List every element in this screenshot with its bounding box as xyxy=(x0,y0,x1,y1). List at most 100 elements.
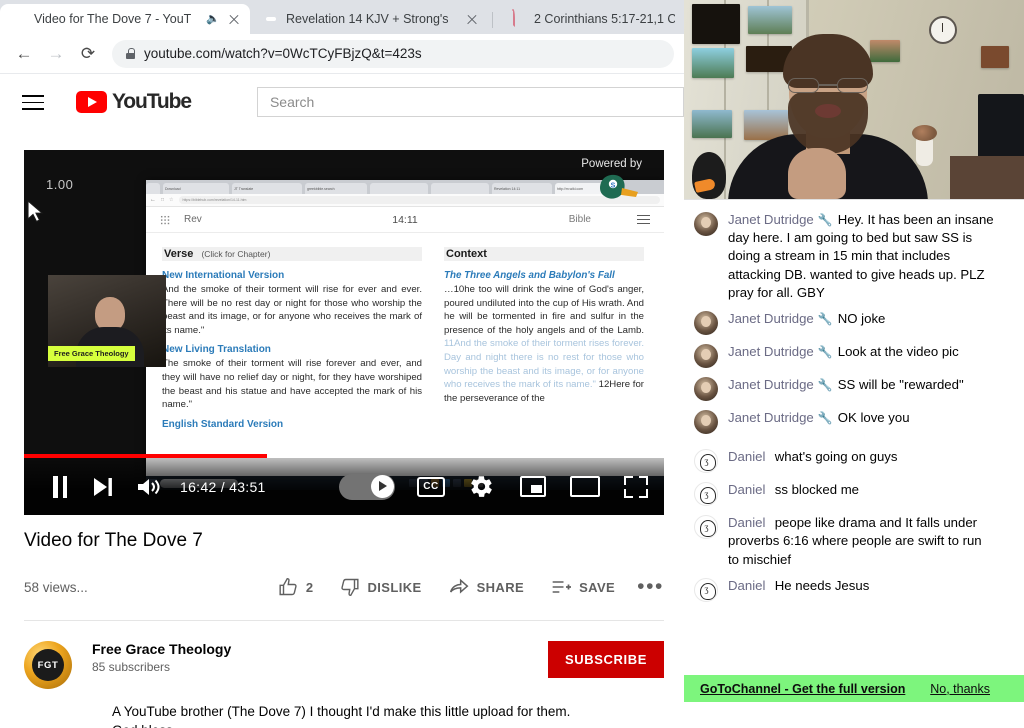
chat-author[interactable]: Daniel xyxy=(728,515,765,530)
chat-author[interactable]: Daniel xyxy=(728,482,765,497)
chat-author[interactable]: Janet Dutridge xyxy=(728,311,814,326)
divider xyxy=(24,620,664,621)
biblehub-icon xyxy=(263,11,279,27)
avatar-initials: FGT xyxy=(32,649,64,681)
chat-author[interactable]: Janet Dutridge xyxy=(728,344,814,359)
version-name[interactable]: New International Version xyxy=(162,270,422,281)
chat-author[interactable]: Daniel xyxy=(728,578,765,593)
chat-author[interactable]: Janet Dutridge xyxy=(728,377,814,392)
chat-author[interactable]: Janet Dutridge xyxy=(728,410,814,425)
browser-tab-3[interactable]: 2 Corinthians 5:17-21,1 Corin xyxy=(500,4,684,34)
back-icon[interactable]: ← xyxy=(10,40,38,68)
tab-title: 2 Corinthians 5:17-21,1 Corin xyxy=(534,12,675,26)
page-title: Video for The Dove 7 xyxy=(24,530,203,551)
chat-message-text: Janet Dutridge 🔧 NO joke xyxy=(728,310,885,328)
reload-icon[interactable]: ⟳ xyxy=(74,40,102,68)
channel-name[interactable]: Free Grace Theology xyxy=(92,641,231,657)
browser-window: Video for The Dove 7 - YouT 🔈 Revelation… xyxy=(0,0,684,728)
chat-body: He needs Jesus xyxy=(774,577,870,593)
list-item[interactable]: Janet Dutridge 🔧 SS will be "rewarded" xyxy=(694,372,994,405)
browser-tab-2[interactable]: Revelation 14 KJV + Strong's xyxy=(252,4,488,34)
shared-mini-tab: Revelation 14:11 xyxy=(492,183,552,194)
chat-message-text: Janet Dutridge 🔧 Hey. It has been an insan… xyxy=(728,211,994,302)
hamburger-menu-icon[interactable] xyxy=(637,214,650,225)
pause-button[interactable] xyxy=(40,475,80,498)
dislike-button[interactable]: DISLIKE xyxy=(339,577,421,597)
speaker-icon[interactable]: 🔈 xyxy=(206,13,220,25)
wall-clock xyxy=(929,16,957,44)
moderator-wrench-icon: 🔧 xyxy=(817,378,833,393)
list-item[interactable]: Daniel what's going on guys xyxy=(694,444,994,477)
captions-button[interactable]: CC xyxy=(417,476,445,497)
bible-app-bar: Rev 14:11 Bible xyxy=(146,207,664,233)
bible-book-label: Rev xyxy=(184,214,202,225)
browser-tab-1[interactable]: Video for The Dove 7 - YouT 🔈 xyxy=(0,4,250,34)
search-input[interactable]: Search xyxy=(256,87,684,117)
player-controls: 16:42 / 43:51 CC xyxy=(24,458,664,515)
volume-button[interactable] xyxy=(126,476,172,498)
person-hand xyxy=(788,148,846,199)
list-item[interactable]: Daniel He needs Jesus xyxy=(694,573,994,606)
autoplay-toggle[interactable] xyxy=(339,473,395,500)
close-icon[interactable] xyxy=(465,12,479,26)
list-item[interactable]: Janet Dutridge 🔧 Hey. It has been an insan… xyxy=(694,207,994,306)
youtube-page: YouTube Search 1.00 Powered by S Downloa… xyxy=(0,75,684,728)
chat-message-text: Daniel what's going on guys xyxy=(728,448,897,466)
list-item[interactable]: Janet Dutridge 🔧 Look at the video pic xyxy=(694,339,994,372)
list-item[interactable]: Daniel peope like drama and It falls und… xyxy=(694,510,994,573)
list-item[interactable]: Janet Dutridge 🔧 OK love you xyxy=(694,405,994,438)
like-count: 2 xyxy=(305,579,314,595)
person-mouth xyxy=(815,104,841,118)
save-button[interactable]: SAVE xyxy=(550,577,615,597)
webcam-video-feed[interactable] xyxy=(684,0,1024,199)
context-text-dark: …10he too will drink the wine of God's a… xyxy=(444,284,644,336)
context-column: Context The Three Angels and Babylon's F… xyxy=(444,247,644,432)
chat-body: peope like drama and It falls under prov… xyxy=(728,515,982,567)
video-player[interactable]: 1.00 Powered by S Download JT Translate … xyxy=(24,150,664,515)
close-icon[interactable] xyxy=(227,12,241,26)
youtube-header: YouTube Search xyxy=(0,75,684,129)
wall-photo xyxy=(870,40,900,62)
verse-heading-hint: (Click for Chapter) xyxy=(201,249,271,259)
version-name[interactable]: English Standard Version xyxy=(162,419,422,430)
chat-message-text: Daniel ss blocked me xyxy=(728,481,859,499)
share-button[interactable]: SHARE xyxy=(448,577,525,597)
chat-message-text: Daniel He needs Jesus xyxy=(728,577,869,595)
dislike-label: DISLIKE xyxy=(367,579,422,595)
browser-toolbar: ← → ⟳ youtube.com/watch?v=0WcTCyFBjzQ&t=… xyxy=(0,34,684,74)
version-name[interactable]: New Living Translation xyxy=(162,344,422,355)
shared-mini-tab: Download xyxy=(163,183,229,194)
theater-mode-button[interactable] xyxy=(570,476,600,497)
dismiss-banner-link[interactable]: No, thanks xyxy=(930,682,990,696)
chat-author[interactable]: Daniel xyxy=(728,449,765,464)
gear-icon[interactable] xyxy=(469,474,494,499)
chat-body: ss blocked me xyxy=(774,482,860,498)
forward-icon[interactable]: → xyxy=(42,40,70,68)
next-video-button[interactable] xyxy=(80,476,126,498)
webcam-person-head xyxy=(95,297,125,331)
view-count: 58 views... xyxy=(24,579,88,595)
duck-logo-icon: S xyxy=(600,174,638,199)
address-bar[interactable]: youtube.com/watch?v=0WcTCyFBjzQ&t=423s xyxy=(112,39,674,68)
video-metadata: Video for The Dove 7 58 views... 2 DISLI… xyxy=(24,530,664,728)
grid-icon[interactable] xyxy=(160,214,170,225)
verse-heading-text: Verse xyxy=(164,248,194,260)
avatar xyxy=(694,344,718,369)
chat-body: NO joke xyxy=(837,311,886,327)
subscribe-button[interactable]: SUBSCRIBE xyxy=(548,641,664,678)
tv-stand xyxy=(950,156,1024,199)
hamburger-menu-icon[interactable] xyxy=(22,93,46,111)
chat-body: OK love you xyxy=(837,410,910,426)
miniplayer-button[interactable] xyxy=(520,476,546,497)
list-item[interactable]: Daniel ss blocked me xyxy=(694,477,994,510)
wall-photo xyxy=(748,6,792,34)
youtube-logo[interactable]: YouTube xyxy=(75,90,192,114)
avatar xyxy=(694,449,718,474)
like-button[interactable]: 2 xyxy=(278,577,314,597)
list-item[interactable]: Janet Dutridge 🔧 NO joke xyxy=(694,306,994,339)
get-full-version-link[interactable]: GoToChannel - Get the full version xyxy=(700,682,905,696)
fullscreen-button[interactable] xyxy=(624,475,648,498)
shared-mini-tab: greekbible.search xyxy=(305,183,367,194)
avatar[interactable]: FGT xyxy=(24,641,72,689)
chat-author[interactable]: Janet Dutridge xyxy=(728,212,814,227)
